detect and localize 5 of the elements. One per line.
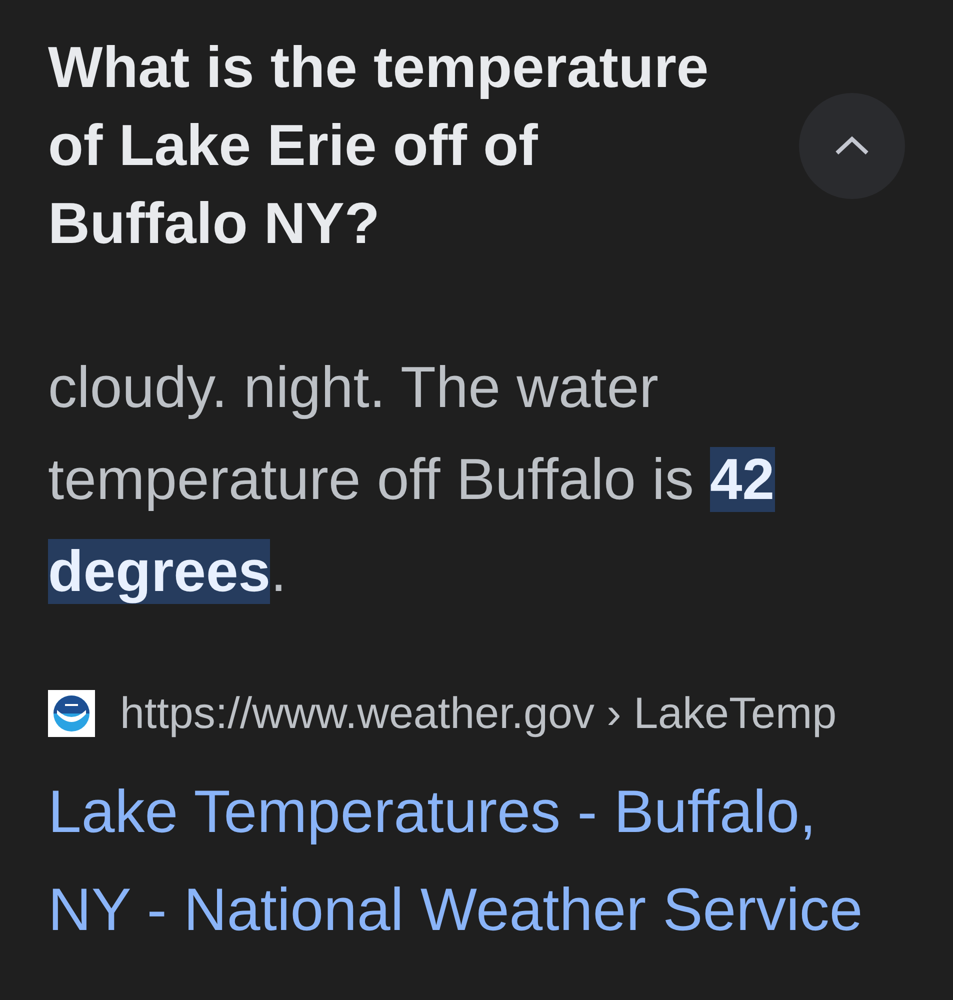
question-title: What is the temperature of Lake Erie off of Buffalo NY?	[48, 34, 710, 258]
site-favicon-icon	[48, 690, 95, 737]
source-url: https://www.weather.gov › LakeTemp	[120, 690, 837, 737]
chevron-up-icon	[834, 136, 870, 156]
result-title-link[interactable]: Lake Temperatures - Buffalo, NY - National Weather Service	[48, 763, 905, 959]
